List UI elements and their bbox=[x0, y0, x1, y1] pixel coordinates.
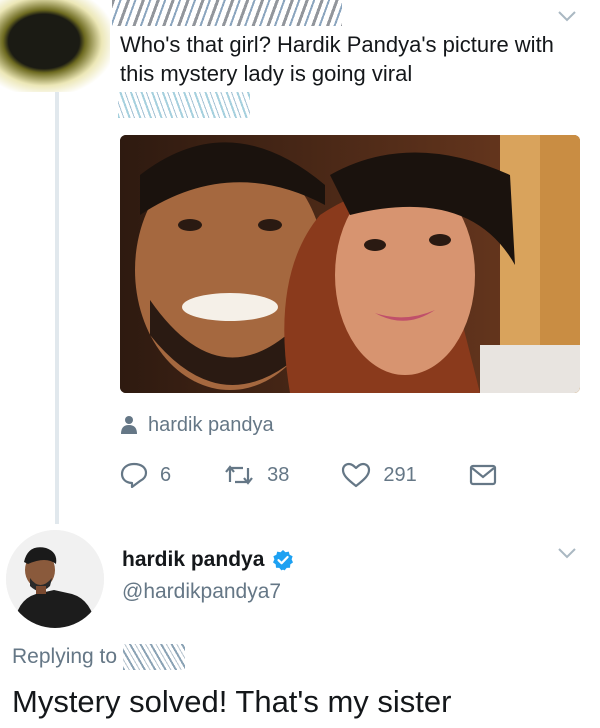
redacted-avatar[interactable] bbox=[0, 0, 110, 92]
chevron-down-icon[interactable] bbox=[556, 8, 578, 24]
reply-author-row[interactable]: hardik pandya bbox=[122, 545, 294, 575]
like-button[interactable]: 291 bbox=[341, 462, 417, 488]
replying-to-row: Replying to bbox=[12, 642, 186, 672]
reply-button[interactable]: 6 bbox=[120, 462, 171, 488]
redacted-scribble bbox=[118, 92, 250, 118]
retweet-icon bbox=[223, 462, 255, 488]
reply-tweet-text: Mystery solved! That's my sister bbox=[12, 684, 452, 719]
redacted-mention-scribble[interactable] bbox=[123, 644, 186, 670]
retweet-button[interactable]: 38 bbox=[223, 462, 289, 488]
mail-icon bbox=[469, 464, 497, 486]
verified-badge-icon bbox=[272, 549, 294, 571]
heart-icon bbox=[341, 462, 371, 488]
photo-tag-name: hardik pandya bbox=[148, 413, 274, 436]
user-handle[interactable]: @hardikpandya7 bbox=[122, 580, 281, 604]
reply-icon bbox=[120, 462, 148, 488]
tweet-photo[interactable] bbox=[120, 135, 580, 393]
chevron-down-icon[interactable] bbox=[556, 545, 578, 561]
redacted-header-scribble bbox=[112, 0, 342, 26]
thread-connector-line bbox=[55, 92, 59, 524]
retweet-count: 38 bbox=[267, 463, 290, 486]
avatar[interactable] bbox=[6, 530, 104, 628]
tweet-text: Who's that girl? Hardik Pandya's picture… bbox=[120, 32, 554, 86]
replying-to-label: Replying to bbox=[12, 645, 118, 668]
direct-message-button[interactable] bbox=[469, 464, 497, 486]
person-icon bbox=[120, 415, 138, 435]
tweet-action-bar: 6 38 291 bbox=[120, 460, 497, 490]
display-name[interactable]: hardik pandya bbox=[122, 548, 264, 572]
reply-count: 6 bbox=[160, 463, 172, 486]
photo-tag[interactable]: hardik pandya bbox=[120, 412, 274, 438]
like-count: 291 bbox=[383, 463, 417, 486]
